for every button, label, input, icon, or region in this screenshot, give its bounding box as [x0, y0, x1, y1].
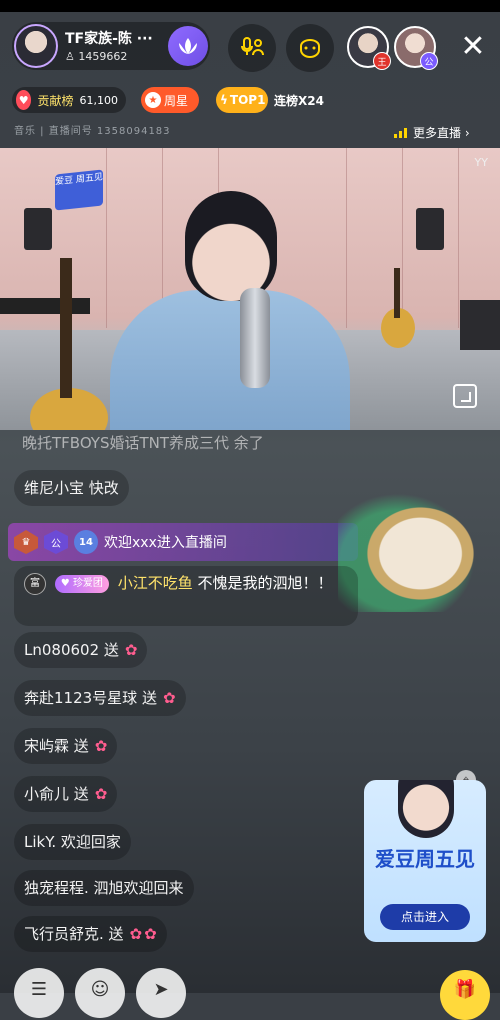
room-info: 音乐 | 直播间号 1358094183 [14, 126, 171, 137]
keyboard [0, 298, 90, 314]
viewer-badge: 公 [420, 52, 438, 70]
chat-message-featured: 富 ♥ 珍爱团 小江不吃鱼 不愧是我的泗旭！！ [14, 566, 358, 626]
star-icon: ★ [145, 92, 161, 108]
tiger-gift-animation [338, 482, 488, 612]
host-fans: ♙ 1459662 [65, 50, 127, 63]
viewer-badge: 王 [373, 52, 391, 70]
chat-text: 独宠程程. 泗旭欢迎回来 [24, 879, 184, 897]
fans-icon: ♙ [65, 50, 75, 63]
yy-watermark: YY [474, 156, 488, 169]
rich-badge: 富 [24, 572, 46, 595]
status-bar [0, 0, 500, 12]
chat-faded-line: 晚托TFBOYS婚话TNT养成三代 余了 [22, 434, 264, 452]
top-rank-label: TOP1 [229, 93, 266, 107]
emoji-button[interactable]: ☺ [75, 968, 125, 1018]
level-badge: 14 [74, 530, 98, 554]
rank-badge-icon: ♛ [14, 530, 38, 554]
chat-text: 维尼小宝 快改 [24, 479, 119, 497]
chat-text: 奔赴1123号星球 送 [24, 689, 157, 707]
chat-message: 维尼小宝 快改 [14, 470, 129, 506]
promo-title: 爱豆周五见 [375, 847, 475, 871]
host-fans-count: 1459662 [78, 50, 128, 63]
bolt-icon: ϟ [220, 93, 228, 107]
chat-message: LikY. 欢迎回家 [14, 824, 131, 860]
speaker [416, 208, 444, 250]
chat-text: LikY. 欢迎回家 [24, 833, 121, 851]
keyboard-icon: ☰ [30, 979, 48, 1000]
fan-group-label: 珍爱团 [72, 577, 103, 589]
rose-icon: ✿ [129, 925, 143, 943]
viewer-avatar[interactable]: 公 [394, 26, 438, 70]
host-avatar[interactable] [14, 24, 58, 68]
contribution-rank-chip[interactable]: ♥ 贡献榜 61,100 [12, 87, 126, 113]
lotus-icon[interactable] [168, 26, 208, 66]
close-button[interactable]: ✕ [456, 30, 490, 64]
streak-label: 连榜X24 [274, 93, 324, 108]
live-video[interactable]: 爱豆 周五见 YY [0, 148, 500, 430]
chat-text: 飞行员舒克. 送 [24, 925, 124, 943]
guitar-neck [60, 258, 72, 398]
chat-text: Ln080602 送 [24, 641, 119, 659]
promo-portrait [398, 780, 454, 838]
rose-icon: ✿ [94, 785, 108, 803]
microphone [240, 288, 270, 388]
chat-text: 小俞儿 送 [24, 785, 89, 803]
rose-icon: ✿ [162, 689, 176, 707]
contribution-value: 61,100 [79, 93, 119, 107]
guitar-neck [394, 268, 400, 318]
welcome-text: 欢迎xxx进入直播间 [104, 535, 227, 551]
promo-enter-button[interactable]: 点击进入 [380, 904, 470, 930]
heart-icon: ♥ [16, 90, 32, 110]
gift-icon: 🎁 [453, 979, 477, 1000]
streak-chip[interactable]: 连榜X24 [268, 87, 332, 113]
follow-button[interactable] [286, 24, 334, 72]
mic-link-icon [241, 37, 264, 56]
chat-text: 不愧是我的泗旭！！ [197, 574, 333, 592]
top-rank-chip[interactable]: ϟ TOP1 [216, 87, 268, 113]
gift-button[interactable]: 🎁 [440, 970, 490, 1020]
weekly-star-chip[interactable]: ★ 周星 [141, 87, 199, 113]
chat-input-button[interactable]: ☰ [14, 968, 64, 1018]
singer-head [185, 191, 277, 301]
chat-message: 宋屿霖 送 ✿ [14, 728, 118, 764]
speaker [24, 208, 52, 250]
fan-group-badge: ♥ 珍爱团 [54, 574, 109, 593]
chat-username[interactable]: 小江不吃鱼 [118, 574, 193, 592]
share-icon: ➤ [153, 979, 169, 1000]
heart-icon: ♥ [60, 577, 70, 589]
viewer-avatar[interactable]: 王 [347, 26, 391, 70]
signal-bars-icon [394, 127, 407, 138]
studio-sign: 爱豆 周五见 [55, 169, 103, 211]
chat-message: Ln080602 送 ✿ [14, 632, 148, 668]
more-live-label: 更多直播 › [413, 126, 470, 140]
host-name: TF家族-陈 ··· [65, 31, 153, 47]
rose-icon: ✿ [144, 925, 157, 943]
share-button[interactable]: ➤ [136, 968, 186, 1018]
fullscreen-icon[interactable] [453, 384, 477, 408]
chat-message: 独宠程程. 泗旭欢迎回来 [14, 870, 194, 906]
singer-body [110, 290, 350, 430]
chat-message: 奔赴1123号星球 送 ✿ [14, 680, 186, 716]
promo-card[interactable]: 爱豆周五见 点击进入 [364, 780, 486, 942]
chat-message: 飞行员舒克. 送 ✿ ✿ [14, 916, 167, 952]
weekly-star-label: 周星 [164, 93, 189, 108]
rose-icon: ✿ [94, 737, 108, 755]
guild-badge-icon: 公 [44, 530, 68, 554]
more-live-link[interactable]: 更多直播 › [394, 124, 470, 141]
chat-text: 宋屿霖 送 [24, 737, 89, 755]
follow-icon [300, 39, 320, 58]
emoji-icon: ☺ [90, 979, 110, 1000]
mic-link-button[interactable] [228, 24, 276, 72]
chat-message: 小俞儿 送 ✿ [14, 776, 118, 812]
contribution-label: 贡献榜 [37, 93, 74, 108]
welcome-banner: ♛ 公 14 欢迎xxx进入直播间 [8, 523, 358, 561]
rose-icon: ✿ [124, 641, 138, 659]
amp [460, 300, 500, 350]
